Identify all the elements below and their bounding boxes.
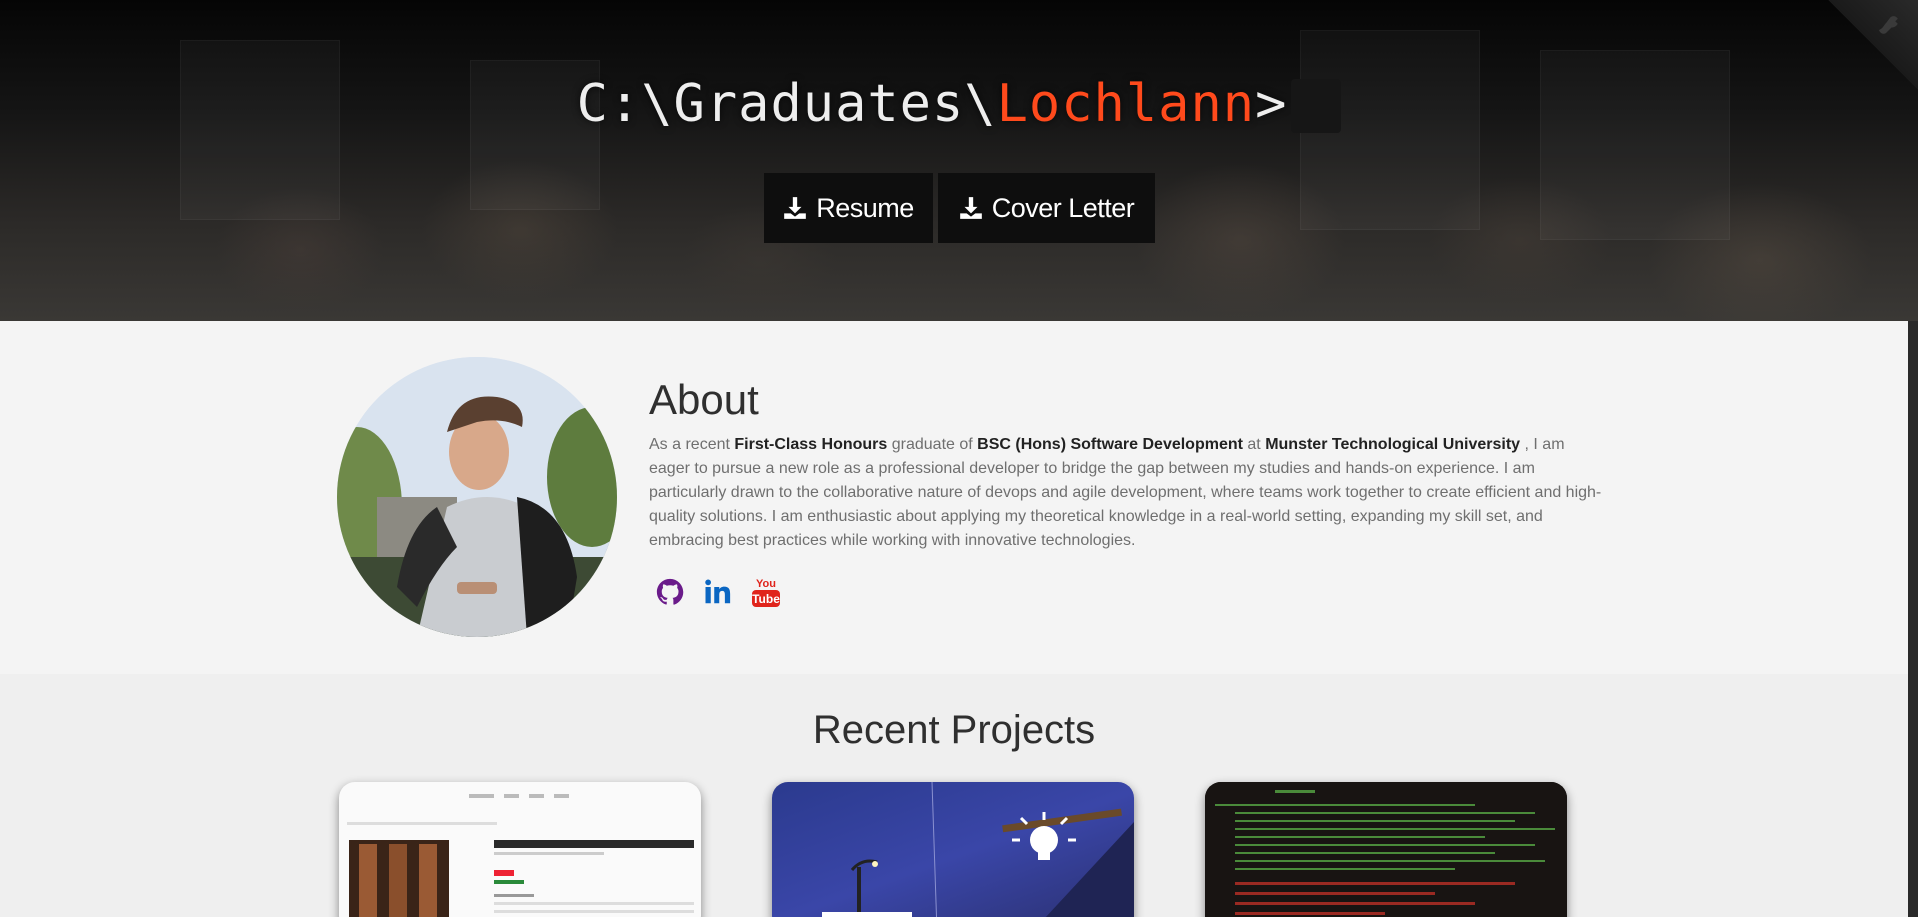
github-icon <box>656 578 684 605</box>
university-highlight: Munster Technological University <box>1265 436 1521 453</box>
social-links: You Tube <box>654 575 782 609</box>
honours-highlight: First-Class Honours <box>734 436 888 453</box>
resume-label: Resume <box>816 192 914 223</box>
project-card-ecommerce[interactable] <box>339 782 701 917</box>
about-text-segment: graduate of <box>887 436 978 453</box>
github-link[interactable] <box>654 575 686 609</box>
profile-avatar <box>337 357 617 637</box>
about-text-segment: at <box>1242 436 1266 453</box>
linkedin-icon <box>705 579 731 604</box>
scrollbar-track[interactable] <box>1908 321 1918 917</box>
project-card-terminal[interactable] <box>1205 782 1567 917</box>
degree-highlight: BSC (Hons) Software Development <box>977 436 1243 453</box>
profile-photo <box>337 357 617 637</box>
prompt-path: C:\Graduates\ <box>576 74 997 134</box>
github-corner-link[interactable] <box>1828 0 1918 90</box>
project-thumbnail <box>1205 782 1567 917</box>
project-card-lamp[interactable] <box>772 782 1134 917</box>
youtube-link[interactable]: You Tube <box>750 575 782 609</box>
download-buttons: Resume Cover Letter <box>0 173 1918 243</box>
download-icon <box>784 197 807 219</box>
graduate-name: Lochlann <box>996 74 1256 134</box>
hero-banner: C:\Graduates\Lochlann> Resume Cover Lett… <box>0 0 1918 321</box>
cover-letter-download-button[interactable]: Cover Letter <box>937 173 1155 243</box>
download-icon <box>959 197 982 219</box>
svg-text:Tube: Tube <box>752 592 780 606</box>
cover-letter-label: Cover Letter <box>991 192 1135 223</box>
about-paragraph: As a recent First-Class Honours graduate… <box>649 433 1604 553</box>
project-thumbnail <box>822 782 1134 917</box>
prompt-caret: > <box>1255 74 1288 134</box>
about-text-segment: As a recent <box>649 436 735 453</box>
about-heading: About <box>649 376 759 423</box>
linkedin-link[interactable] <box>702 575 734 609</box>
svg-text:You: You <box>756 578 776 590</box>
blinking-cursor <box>1291 79 1342 133</box>
resume-download-button[interactable]: Resume <box>763 173 933 243</box>
recent-projects-heading: Recent Projects <box>812 708 1096 752</box>
terminal-prompt-title: C:\Graduates\Lochlann> <box>0 74 1918 134</box>
octocat-icon <box>1879 16 1898 34</box>
youtube-icon: You Tube <box>752 578 780 607</box>
project-thumbnail <box>347 794 694 917</box>
